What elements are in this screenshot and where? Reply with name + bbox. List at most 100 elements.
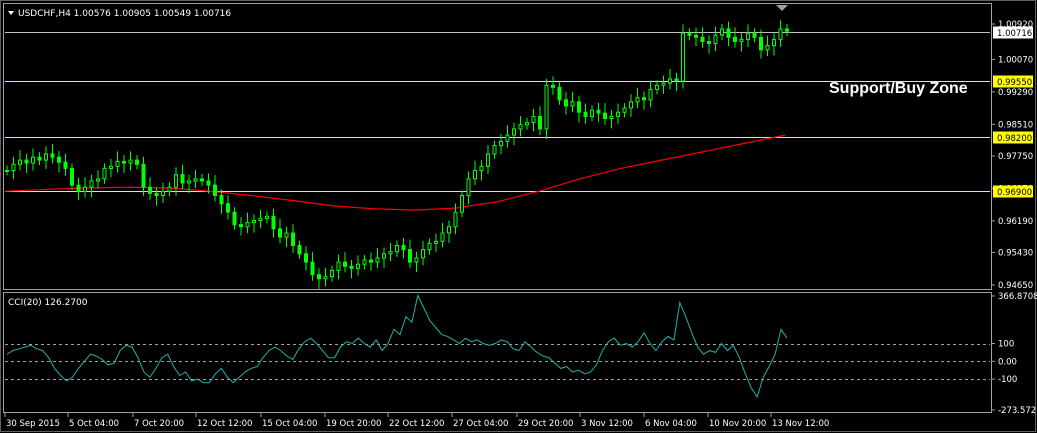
candle-body	[258, 217, 263, 221]
candle-body	[109, 165, 113, 169]
cci-tick-label: -273.5727	[998, 406, 1037, 416]
candle-body	[362, 259, 367, 265]
candle-body	[395, 245, 399, 253]
candle-body	[414, 257, 419, 263]
candle-body	[200, 178, 204, 182]
candle-body	[486, 153, 490, 167]
candle-body	[765, 45, 770, 51]
current-price-label: 1.00716	[993, 26, 1033, 39]
candle-body	[356, 263, 360, 269]
candle-body	[226, 203, 230, 213]
cci-tick-label: 0.00	[998, 357, 1017, 367]
candle-body	[135, 159, 139, 165]
candle-body	[531, 115, 536, 124]
price-panel[interactable]	[3, 3, 992, 290]
candle-body	[141, 163, 146, 188]
price-axis: 1.009201.000700.992900.985100.977500.969…	[991, 20, 1033, 291]
candle-body	[57, 156, 61, 163]
candle-body	[148, 186, 152, 194]
candle-body	[505, 134, 510, 142]
candle-body	[648, 88, 653, 101]
candle-body	[447, 226, 451, 234]
candle-body	[297, 245, 302, 255]
candle-body	[265, 215, 269, 219]
candle-body	[661, 82, 666, 86]
candle-body	[681, 32, 685, 82]
chart-window[interactable]: USDCHF,H4 1.00576 1.00905 1.00549 1.0071…	[0, 0, 1037, 433]
candle-body	[291, 232, 295, 246]
cci-panel[interactable]	[3, 292, 992, 413]
candle-body	[343, 261, 347, 267]
candle-body	[70, 167, 74, 186]
level-price-label: 0.98200	[993, 131, 1033, 144]
candle-body	[700, 36, 705, 42]
candle-body	[317, 274, 321, 280]
support-zone-label: Support/Buy Zone	[829, 80, 968, 97]
candle-body	[128, 159, 133, 164]
cci-tick-label: -100	[998, 375, 1017, 385]
price-tick-label: 0.95430	[998, 249, 1033, 259]
candle-body	[785, 28, 789, 32]
candle-body	[323, 276, 328, 280]
cci-tick-label: 100	[998, 340, 1014, 350]
candle-body	[304, 253, 308, 263]
price-tick-label: 0.96190	[998, 217, 1033, 227]
candle-body	[271, 215, 276, 230]
candle-body	[460, 195, 464, 213]
candle-body	[466, 178, 471, 197]
candle-body	[408, 249, 412, 263]
candle-body	[161, 190, 165, 197]
candle-body	[564, 99, 568, 107]
candle-body	[336, 261, 341, 271]
candle-body	[577, 101, 581, 113]
candle-body	[616, 111, 620, 117]
candle-body	[174, 174, 178, 188]
time-tick-label: 29 Oct 20:00	[518, 419, 573, 429]
candle-body	[245, 222, 250, 228]
candle-body	[252, 220, 256, 224]
candle-body	[96, 178, 100, 182]
candle-body	[642, 97, 646, 101]
candle-body	[278, 228, 282, 238]
cci-info: CCI(20) 126.2700	[8, 298, 88, 308]
candle-body	[434, 240, 438, 244]
candle-body	[635, 97, 640, 103]
symbol-info: USDCHF,H4 1.00576 1.00905 1.00549 1.0071…	[18, 9, 231, 19]
candle-body	[180, 174, 185, 184]
time-tick-label: 30 Sep 2015	[6, 419, 60, 429]
time-axis: 30 Sep 2015 5 Oct 04:00 7 Oct 20:00 12 Oct …	[4, 413, 829, 429]
candle-body	[603, 112, 607, 119]
candle-body	[89, 180, 94, 188]
level-price-label: 0.96900	[993, 185, 1033, 198]
candle-body	[538, 115, 542, 130]
candle-body	[772, 38, 776, 47]
price-tick-label: 0.97750	[998, 152, 1033, 162]
candle-body	[284, 232, 289, 238]
candle-body	[694, 34, 698, 38]
svg-text:0.99550: 0.99550	[997, 78, 1032, 88]
level-price-label: 0.99550	[993, 75, 1033, 88]
candle-body	[76, 184, 81, 192]
candle-body	[713, 34, 718, 45]
candle-body	[122, 160, 126, 164]
candle-body	[382, 253, 386, 259]
candle-body	[629, 101, 633, 109]
candle-body	[590, 109, 594, 117]
candle-body	[401, 245, 406, 251]
candle-body	[720, 28, 724, 36]
candle-body	[50, 153, 55, 158]
cci-axis: 366.8708 100 0.00 -100 -273.5727	[991, 292, 1037, 416]
price-tick-label: 0.99290	[998, 88, 1033, 98]
time-tick-label: 12 Oct 12:00	[197, 419, 252, 429]
candle-body	[557, 86, 562, 101]
candle-body	[733, 36, 737, 42]
candle-body	[187, 180, 191, 184]
candle-body	[63, 161, 68, 169]
time-tick-label: 6 Nov 04:00	[645, 419, 697, 429]
candle-body	[388, 251, 393, 255]
candle-body	[239, 224, 243, 228]
candle-body	[440, 232, 445, 242]
candle-body	[206, 180, 211, 186]
candle-body	[746, 32, 750, 40]
candle-body	[544, 84, 549, 130]
